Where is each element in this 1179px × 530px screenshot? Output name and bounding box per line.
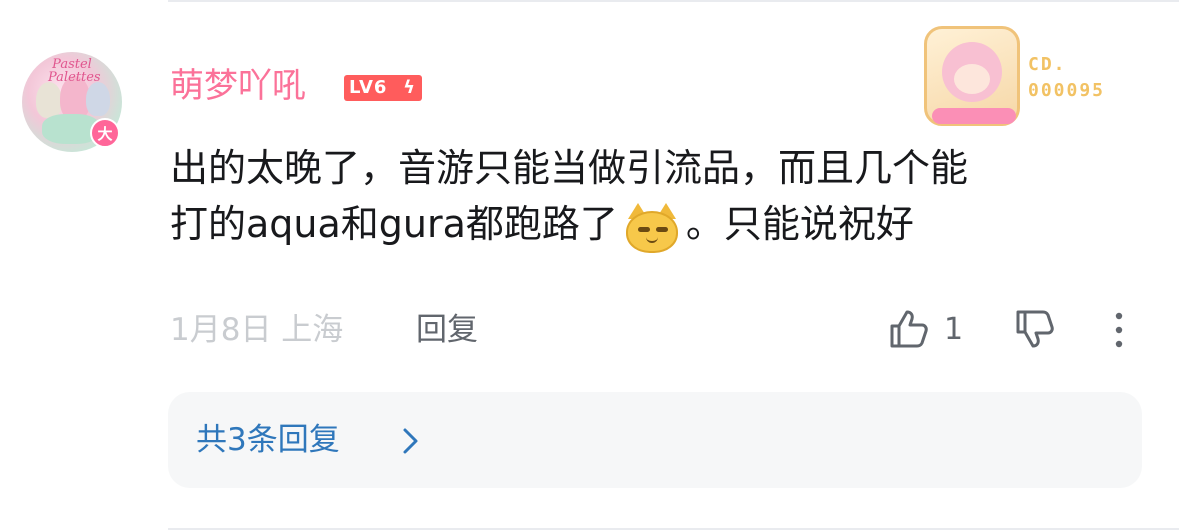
- username[interactable]: 萌梦吖吼: [170, 64, 306, 108]
- avatar-badge: 大: [90, 118, 120, 148]
- fan-card-number: CD. 000095: [1028, 54, 1106, 101]
- like-count: 1: [944, 312, 964, 347]
- reply-button[interactable]: 回复: [416, 308, 478, 352]
- date-location: 1月8日 上海: [170, 312, 344, 348]
- fan-card-decoration[interactable]: [918, 20, 1028, 132]
- comment-line-1: 出的太晚了，音游只能当做引流品，而且几个能: [170, 146, 969, 190]
- level-label: LV6: [349, 77, 388, 98]
- cat-emoji-icon: [624, 201, 680, 253]
- level-badge: LV6 ϟ: [344, 75, 422, 101]
- chevron-right-icon: [396, 424, 426, 458]
- comment-content: 出的太晚了，音游只能当做引流品，而且几个能 打的aqua和gura都跑路了 。只能…: [170, 140, 1130, 253]
- more-options-icon[interactable]: [1104, 308, 1134, 352]
- thumbs-down-icon[interactable]: [1012, 306, 1058, 352]
- view-replies-button[interactable]: 共3条回复: [168, 392, 1142, 488]
- replies-summary: 共3条回复: [196, 422, 340, 458]
- lightning-icon: ϟ: [403, 77, 416, 98]
- comment-line-2: 打的aqua和gura都跑路了 。只能说祝好: [170, 196, 1130, 253]
- top-divider: [168, 0, 1179, 2]
- thumbs-up-icon[interactable]: [886, 306, 932, 352]
- avatar-logo-text: Pastel Palettes: [48, 57, 101, 85]
